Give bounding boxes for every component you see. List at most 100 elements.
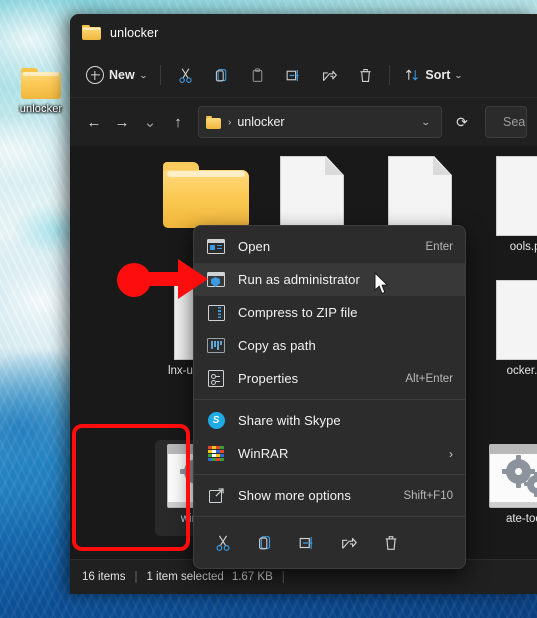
- menu-item-label: Show more options: [238, 488, 351, 503]
- context-menu-toolbar: [194, 521, 465, 565]
- copy-icon: [259, 536, 271, 550]
- open-icon: [206, 237, 226, 257]
- sort-button[interactable]: Sort ⌄: [396, 59, 470, 91]
- menu-divider: [194, 516, 465, 517]
- cut-icon: [216, 535, 230, 551]
- document-icon: [280, 156, 344, 236]
- file-tile[interactable]: ocker.py: [474, 280, 537, 378]
- properties-icon: [206, 369, 226, 389]
- breadcrumb-current: unlocker: [237, 115, 285, 129]
- chevron-down-icon: ⌄: [454, 70, 464, 80]
- paste-button[interactable]: [239, 59, 275, 91]
- copy-button[interactable]: [244, 526, 286, 560]
- rename-icon: [286, 69, 299, 81]
- copy-path-icon: [206, 336, 226, 356]
- new-button[interactable]: New ⌄: [78, 59, 154, 91]
- cut-button[interactable]: [202, 526, 244, 560]
- menu-item-label: Properties: [238, 371, 299, 386]
- selection-size: 1.67 KB: [231, 571, 273, 583]
- divider: [160, 65, 162, 85]
- document-icon: [388, 156, 452, 236]
- desktop-icon-unlocker[interactable]: unlocker: [12, 68, 70, 116]
- file-tile[interactable]: ools.py: [474, 156, 537, 254]
- folder-icon: [163, 162, 249, 228]
- share-button[interactable]: [328, 526, 370, 560]
- menu-item-copy-as-path[interactable]: Copy as path: [194, 329, 465, 362]
- copy-icon: [215, 68, 227, 82]
- menu-divider: [194, 474, 465, 475]
- menu-item-label: Share with Skype: [238, 413, 341, 428]
- menu-item-label: Compress to ZIP file: [238, 305, 358, 320]
- cut-button[interactable]: [167, 59, 203, 91]
- delete-button[interactable]: [370, 526, 412, 560]
- new-button-label: New: [109, 68, 135, 82]
- menu-item-accelerator: Shift+F10: [403, 489, 453, 502]
- delete-icon: [385, 536, 397, 550]
- plus-icon: [86, 66, 104, 84]
- delete-icon: [360, 68, 371, 82]
- file-label: ocker.py: [506, 365, 537, 377]
- cut-icon: [179, 67, 192, 83]
- share-button[interactable]: [311, 59, 347, 91]
- address-bar[interactable]: › unlocker ⌄: [198, 106, 442, 138]
- back-button[interactable]: ←: [80, 108, 108, 136]
- folder-icon: [82, 25, 101, 41]
- share-icon: [342, 537, 357, 549]
- window-title: unlocker: [110, 26, 159, 40]
- search-box[interactable]: Search un: [485, 106, 527, 138]
- menu-item-accelerator: Enter: [425, 240, 454, 253]
- document-icon: [496, 156, 537, 236]
- breadcrumb-separator: ›: [228, 116, 232, 128]
- menu-item-compress-to-zip[interactable]: Compress to ZIP file: [194, 296, 465, 329]
- gear-icon: [524, 472, 537, 497]
- skype-icon: S: [206, 411, 226, 431]
- title-bar: unlocker: [70, 14, 537, 52]
- context-menu: Open Enter Run as administrator Compress…: [193, 225, 466, 569]
- screen: unlocker unlocker New ⌄ Sort ⌄ ← → ⌄ ↑ ›…: [0, 0, 537, 618]
- annotation-highlight-box: [72, 424, 190, 551]
- chevron-right-icon: ›: [449, 446, 453, 461]
- desktop-icon-label: unlocker: [19, 103, 63, 115]
- folder-icon: [206, 115, 221, 129]
- menu-item-properties[interactable]: Properties Alt+Enter: [194, 362, 465, 395]
- zip-icon: [206, 303, 226, 323]
- refresh-button[interactable]: ⟳: [448, 108, 476, 136]
- menu-item-label: Copy as path: [238, 338, 316, 353]
- menu-item-show-more-options[interactable]: Show more options Shift+F10: [194, 479, 465, 512]
- divider: [389, 65, 391, 85]
- recent-locations-button[interactable]: ⌄: [136, 108, 164, 136]
- share-icon: [322, 70, 337, 81]
- item-count: 16 items: [82, 571, 126, 583]
- winrar-icon: [206, 444, 226, 464]
- file-tile[interactable]: [152, 162, 260, 232]
- chevron-down-icon[interactable]: ⌄: [421, 117, 431, 128]
- rename-button[interactable]: [286, 526, 328, 560]
- navigation-bar: ← → ⌄ ↑ › unlocker ⌄ ⟳ Search un: [70, 98, 537, 146]
- menu-item-winrar[interactable]: WinRAR ›: [194, 437, 465, 470]
- menu-item-open[interactable]: Open Enter: [194, 230, 465, 263]
- forward-button[interactable]: →: [108, 108, 136, 136]
- paste-icon: [252, 67, 263, 82]
- chevron-down-icon: ⌄: [138, 70, 148, 80]
- skype-glyph: S: [207, 412, 225, 429]
- delete-button[interactable]: [347, 59, 383, 91]
- menu-item-label: Open: [238, 239, 271, 254]
- status-divider: |: [134, 571, 138, 583]
- file-label: ate-tools: [505, 513, 537, 525]
- selection-status: 1 item selected: [146, 571, 224, 583]
- menu-item-label: WinRAR: [238, 446, 289, 461]
- menu-item-accelerator: Alt+Enter: [405, 372, 453, 385]
- rename-button[interactable]: [275, 59, 311, 91]
- menu-divider: [194, 399, 465, 400]
- sort-icon: [406, 69, 419, 81]
- file-tile[interactable]: •••: [474, 444, 537, 526]
- copy-button[interactable]: [203, 59, 239, 91]
- search-input[interactable]: Search un: [503, 115, 526, 129]
- mouse-cursor: [374, 272, 389, 295]
- rename-icon: [299, 537, 313, 549]
- menu-item-share-with-skype[interactable]: S Share with Skype: [194, 404, 465, 437]
- up-button[interactable]: ↑: [164, 108, 192, 136]
- menu-item-run-as-administrator[interactable]: Run as administrator: [194, 263, 465, 296]
- annotation-arrow: [117, 259, 208, 299]
- file-label: ools.py: [509, 241, 537, 253]
